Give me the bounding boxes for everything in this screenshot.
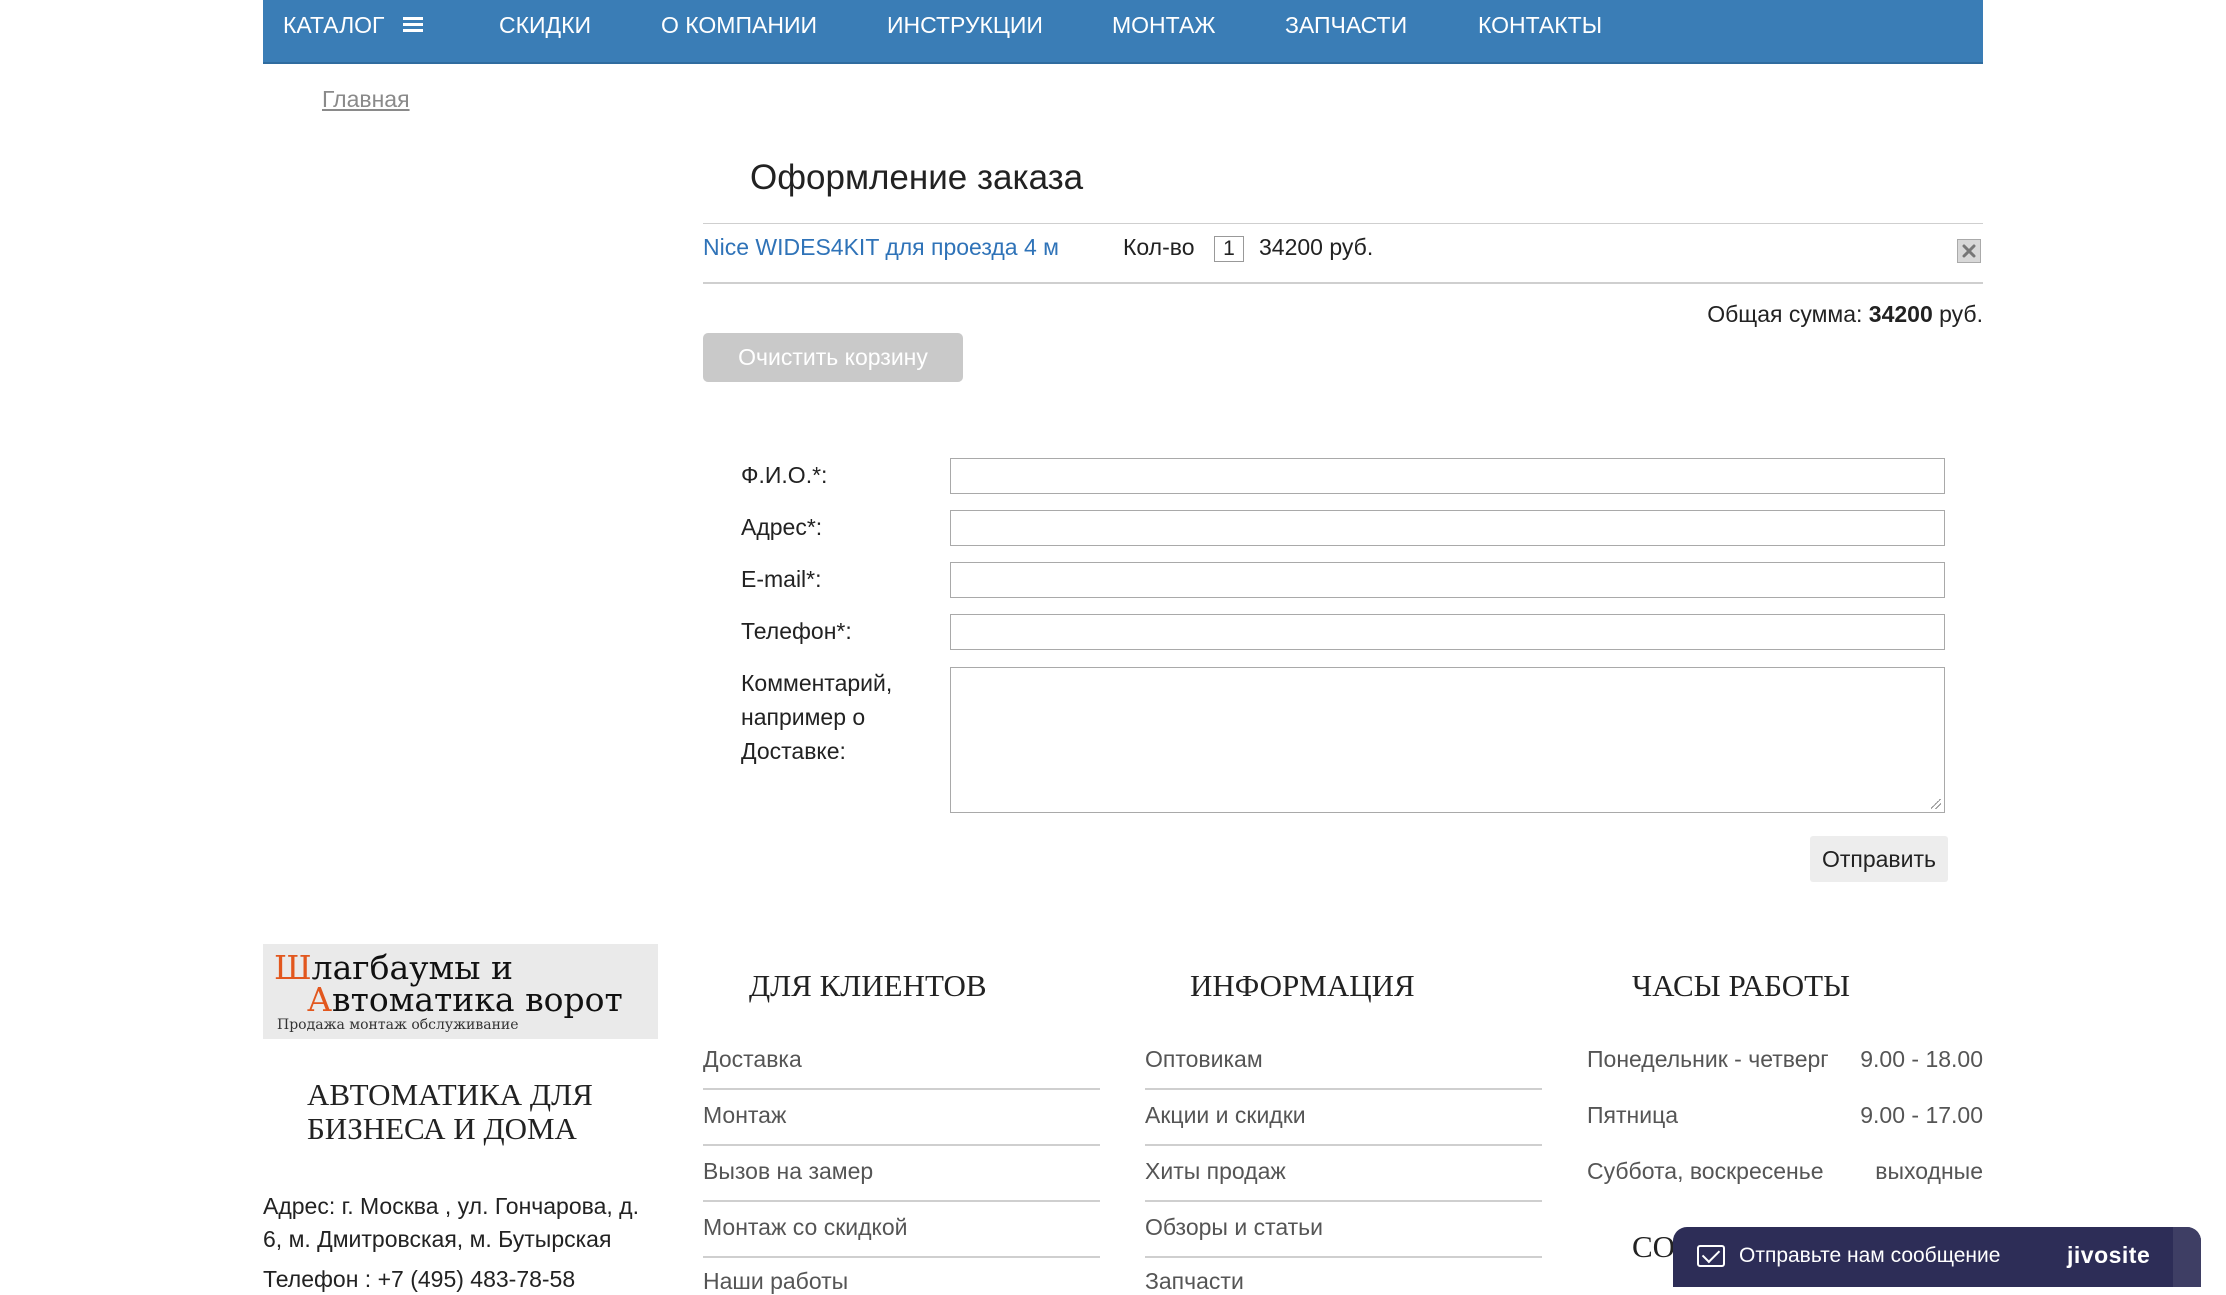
chat-brand: jivosite [2067, 1242, 2151, 1268]
nav-contacts[interactable]: КОНТАКТЫ [1478, 0, 1602, 50]
footer-link[interactable]: Вызов на замер [703, 1158, 873, 1185]
divider [1145, 1200, 1542, 1202]
submit-button[interactable]: Отправить [1810, 836, 1948, 882]
divider [703, 223, 1983, 224]
nav-catalog[interactable]: КАТАЛОГ [283, 0, 423, 50]
clear-cart-button[interactable]: Очистить корзину [703, 333, 963, 382]
name-field[interactable] [950, 458, 1945, 494]
comment-label: Комментарий, например о Доставке: [741, 666, 892, 768]
comment-label-line: например о [741, 704, 866, 730]
hours-day: Понедельник - четверг [1587, 1046, 1829, 1072]
footer-phone: Телефон : +7 (495) 483-78-58 [263, 1266, 576, 1292]
divider [703, 282, 1983, 284]
divider [703, 1256, 1100, 1258]
order-total-value: 34200 [1868, 301, 1933, 327]
name-label: Ф.И.О.*: [741, 462, 828, 488]
chat-widget[interactable]: Отправьте нам сообщение jivosite [1673, 1227, 2201, 1287]
divider [1145, 1144, 1542, 1146]
mail-icon [1697, 1245, 1725, 1267]
divider [1145, 1256, 1542, 1258]
footer-link[interactable]: Монтаж [703, 1102, 786, 1129]
quantity-label: Кол-во [1123, 234, 1195, 260]
footer-link[interactable]: Запчасти [1145, 1268, 1244, 1295]
contacts-column-title: СО [1632, 1229, 1676, 1264]
info-column-title: ИНФОРМАЦИЯ [1190, 968, 1415, 1003]
clients-column-title: ДЛЯ КЛИЕНТОВ [749, 968, 987, 1003]
footer-link[interactable]: Монтаж со скидкой [703, 1214, 907, 1241]
nav-parts[interactable]: ЗАПЧАСТИ [1285, 0, 1407, 50]
hours-time: выходные [1875, 1158, 1983, 1184]
page-title: Оформление заказа [750, 158, 1084, 197]
address-label: Адрес*: [741, 514, 823, 540]
chat-badge [2173, 1227, 2201, 1287]
order-total-label: Общая сумма: [1707, 301, 1863, 327]
footer-link[interactable]: Наши работы [703, 1268, 848, 1295]
footer-slogan: АВТОМАТИКА ДЛЯ БИЗНЕСА И ДОМА [307, 1077, 593, 1146]
comment-field[interactable] [950, 667, 1945, 813]
menu-icon [402, 16, 423, 33]
order-total-currency: руб. [1939, 301, 1983, 327]
nav-instructions[interactable]: ИНСТРУКЦИИ [887, 0, 1043, 50]
footer-address: Адрес: г. Москва , ул. Гончарова, д. 6, … [263, 1193, 639, 1252]
logo-text: втоматика ворот [332, 980, 623, 1019]
nav-installation[interactable]: МОНТАЖ [1112, 0, 1216, 50]
company-logo[interactable]: Шлагбаумы и Автоматика ворот Продажа мон… [263, 944, 658, 1039]
footer-link[interactable]: Оптовикам [1145, 1046, 1263, 1073]
hours-time: 9.00 - 17.00 [1860, 1102, 1983, 1128]
resize-handle-icon[interactable] [1931, 799, 1941, 809]
divider [703, 1200, 1100, 1202]
hours-time: 9.00 - 18.00 [1860, 1046, 1983, 1072]
address-field[interactable] [950, 510, 1945, 546]
cart-product-link[interactable]: Nice WIDES4KIT для проезда 4 м [703, 234, 1059, 261]
top-navigation: КАТАЛОГ СКИДКИ О КОМПАНИИ ИНСТРУКЦИИ МОН… [263, 0, 1983, 64]
comment-label-line: Доставке: [741, 738, 846, 764]
footer-link[interactable]: Обзоры и статьи [1145, 1214, 1323, 1241]
footer-link[interactable]: Хиты продаж [1145, 1158, 1286, 1185]
nav-discounts[interactable]: СКИДКИ [499, 0, 591, 50]
logo-line: Автоматика ворот [307, 980, 623, 1019]
logo-cap: А [307, 980, 332, 1019]
footer-link[interactable]: Акции и скидки [1145, 1102, 1306, 1129]
order-total: Общая сумма: 34200 руб. [1707, 301, 1983, 328]
nav-about[interactable]: О КОМПАНИИ [661, 0, 817, 50]
hours-day: Суббота, воскресенье [1587, 1158, 1824, 1184]
logo-tagline: Продажа монтаж обслуживание [277, 1017, 519, 1033]
divider [1145, 1088, 1542, 1090]
nav-catalog-label: КАТАЛОГ [283, 12, 385, 38]
breadcrumb-home[interactable]: Главная [322, 86, 410, 113]
phone-label: Телефон*: [741, 618, 852, 644]
divider [703, 1088, 1100, 1090]
phone-field[interactable] [950, 614, 1945, 650]
remove-item-button[interactable] [1957, 239, 1981, 263]
cart-item-price: 34200 руб. [1259, 234, 1374, 260]
chat-widget-text: Отправьте нам сообщение [1739, 1244, 2001, 1267]
divider [703, 1144, 1100, 1146]
comment-label-line: Комментарий, [741, 670, 893, 696]
footer-link[interactable]: Доставка [703, 1046, 802, 1073]
hours-day: Пятница [1587, 1102, 1679, 1128]
email-field[interactable] [950, 562, 1945, 598]
close-icon [1962, 244, 1976, 258]
hours-column-title: ЧАСЫ РАБОТЫ [1632, 968, 1851, 1003]
email-label: E-mail*: [741, 566, 822, 592]
quantity-input[interactable]: 1 [1214, 236, 1244, 262]
